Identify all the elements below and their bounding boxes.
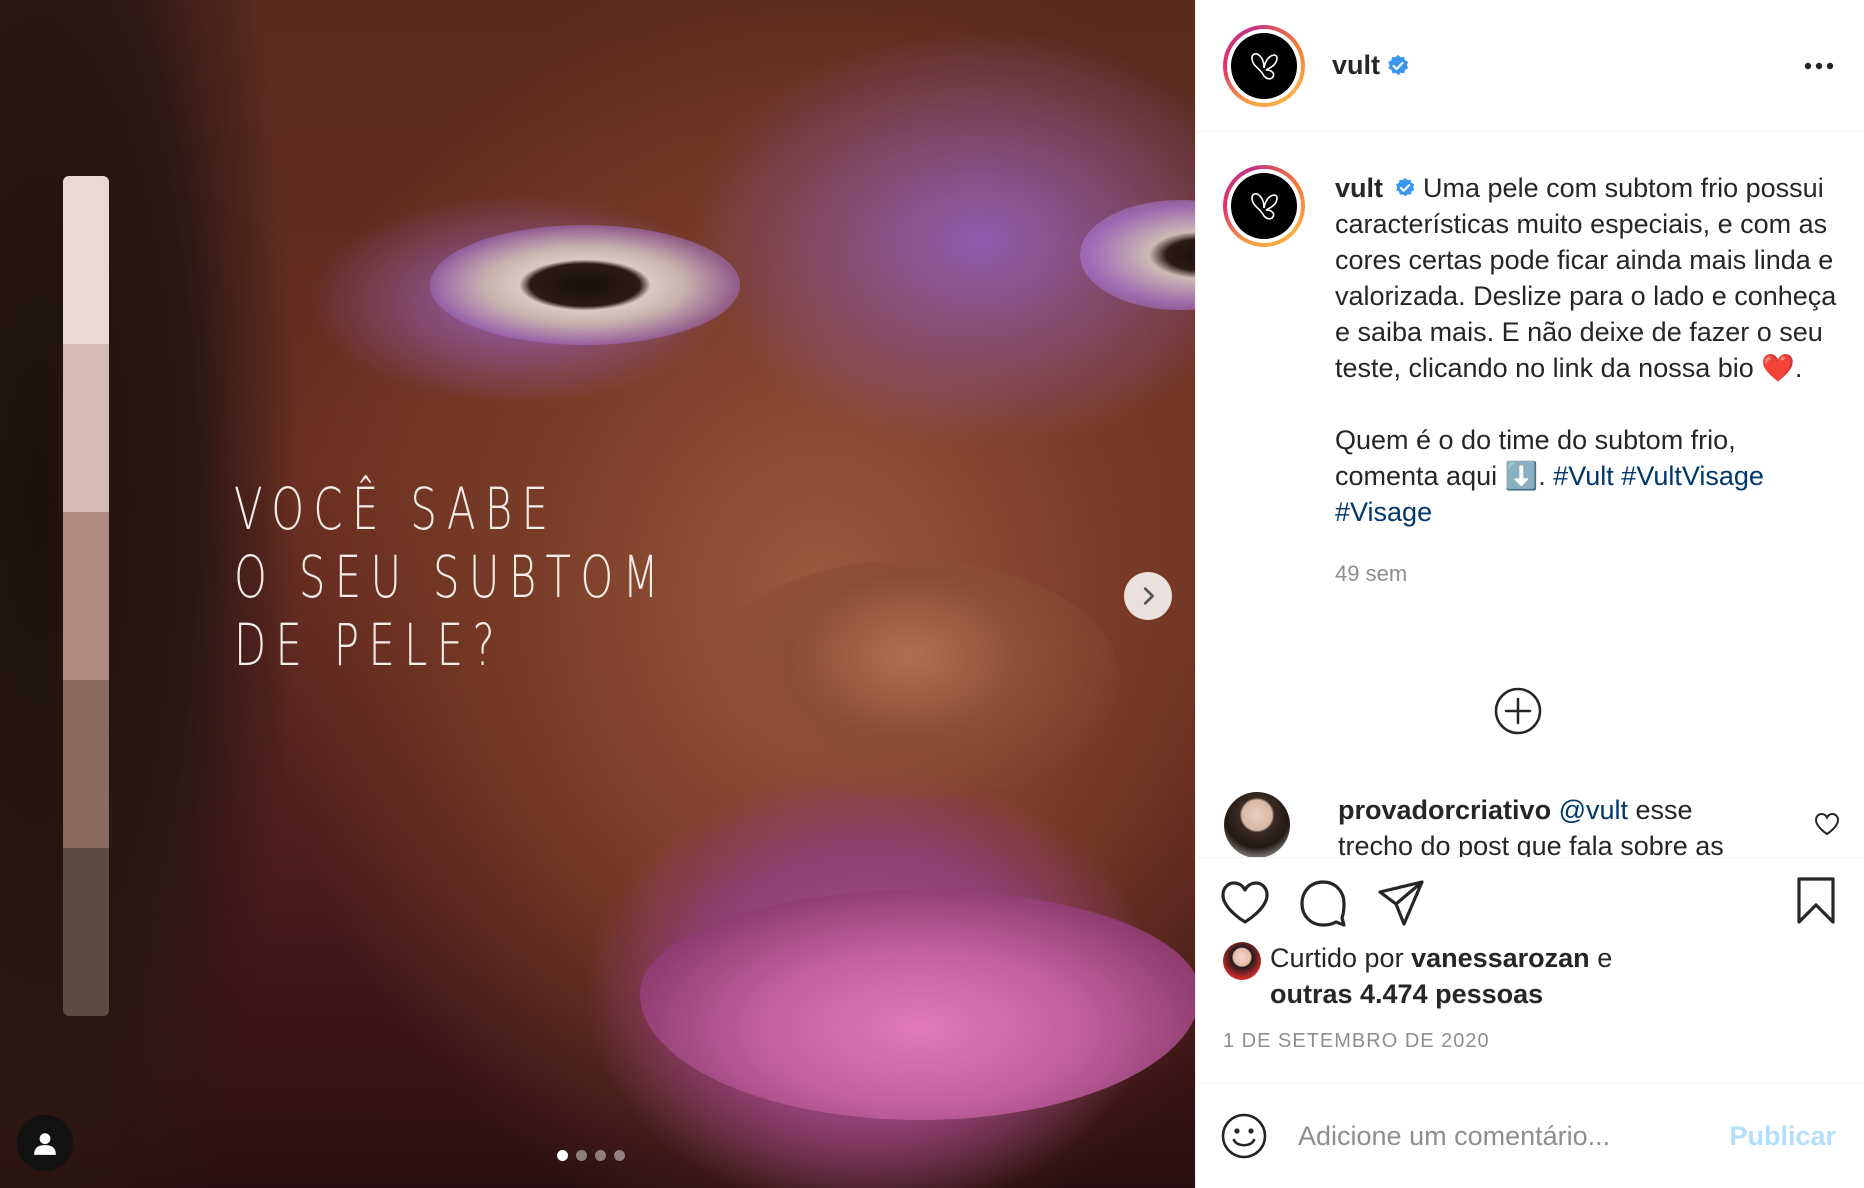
comments-section[interactable]: vult Uma pele com subtom frio possui car…: [1196, 132, 1864, 858]
likes-others-link[interactable]: outras 4.474 pessoas: [1270, 979, 1543, 1009]
skin-tone-swatches: [63, 176, 109, 1016]
verified-badge-icon: [1395, 177, 1414, 197]
caption-username[interactable]: vult: [1335, 173, 1383, 203]
hashtag-link[interactable]: #VultVisage: [1621, 461, 1764, 491]
profile-avatar[interactable]: [1223, 24, 1305, 107]
skin-tone-swatch: [63, 512, 109, 680]
commenter-avatar[interactable]: [1224, 792, 1290, 857]
skin-tone-swatch: [63, 344, 109, 512]
hashtag-link[interactable]: #Vult: [1553, 461, 1614, 491]
photo-nose: [700, 560, 1120, 800]
photo-lips: [640, 890, 1195, 1120]
caption-text: vult Uma pele com subtom frio possui car…: [1335, 170, 1837, 592]
add-comment-bar: Publicar: [1196, 1083, 1864, 1188]
butterfly-logo-icon: [1251, 52, 1278, 80]
user-icon: [34, 1133, 56, 1155]
caption-avatar[interactable]: [1223, 165, 1305, 247]
speech-bubble-icon: [1300, 880, 1346, 927]
headline-line-3: DE PELE?: [234, 611, 505, 679]
verified-badge-icon: [1388, 54, 1409, 75]
like-button[interactable]: [1220, 880, 1270, 926]
paper-plane-icon: [1378, 880, 1424, 926]
comment-like-button[interactable]: [1814, 812, 1840, 841]
commenter-username[interactable]: provadorcriativo: [1338, 795, 1551, 825]
skin-tone-swatch: [63, 848, 109, 1016]
hashtag-link[interactable]: #Visage: [1335, 497, 1432, 527]
more-options-button[interactable]: [1804, 57, 1834, 75]
instagram-post: VOCÊ SABE O SEU SUBTOM DE PELE? vult vul…: [0, 0, 1864, 1188]
more-dots-icon: [1804, 62, 1834, 69]
photo-eye-right: [1080, 200, 1195, 310]
heart-icon: [1814, 812, 1840, 836]
carousel-next-button[interactable]: [1124, 572, 1172, 620]
comment-button[interactable]: [1298, 878, 1348, 928]
carousel-dot: [557, 1150, 568, 1161]
caption-time-ago[interactable]: 49 sem: [1335, 556, 1837, 592]
skin-tone-swatch: [63, 176, 109, 344]
emoji-button[interactable]: [1220, 1112, 1268, 1160]
carousel-indicator: [557, 1150, 625, 1161]
chevron-right-icon: [1143, 587, 1154, 605]
likes-summary: Curtido por vanessarozan e outras 4.474 …: [1196, 940, 1864, 1012]
post-side-panel: vult vult Uma pele com subtom frio possu…: [1195, 0, 1864, 1188]
save-button[interactable]: [1796, 876, 1836, 931]
caption: vult Uma pele com subtom frio possui car…: [1196, 132, 1864, 592]
share-button[interactable]: [1376, 878, 1426, 928]
likes-text: Curtido por vanessarozan e outras 4.474 …: [1270, 940, 1612, 1012]
comment-text: provadorcriativo @vult esse trecho do po…: [1338, 792, 1758, 857]
action-bar: [1196, 858, 1864, 948]
comment-input[interactable]: [1298, 1120, 1698, 1152]
post-header: vult: [1196, 0, 1864, 132]
tagged-users-button[interactable]: [17, 1115, 73, 1171]
post-date[interactable]: 1 DE SETEMBRO DE 2020: [1196, 1012, 1864, 1053]
comment-item: provadorcriativo @vult esse trecho do po…: [1196, 792, 1864, 857]
carousel-dot: [614, 1150, 625, 1161]
header-username[interactable]: vult: [1332, 50, 1380, 81]
post-media[interactable]: VOCÊ SABE O SEU SUBTOM DE PELE?: [0, 0, 1195, 1188]
headline-line-2: O SEU SUBTOM: [234, 543, 669, 611]
publish-button[interactable]: Publicar: [1729, 1121, 1836, 1152]
load-more-comments-button[interactable]: [1493, 686, 1543, 741]
caption-body: Uma pele com subtom frio possui caracter…: [1335, 173, 1837, 383]
carousel-dot: [595, 1150, 606, 1161]
headline-line-1: VOCÊ SABE: [234, 475, 558, 543]
media-headline: VOCÊ SABE O SEU SUBTOM DE PELE?: [234, 475, 754, 679]
mention-link[interactable]: @vult: [1559, 795, 1628, 825]
smiley-icon: [1221, 1113, 1267, 1159]
butterfly-logo-icon: [1251, 193, 1278, 220]
plus-circle-icon: [1494, 687, 1542, 735]
photo-eye-left: [430, 225, 740, 345]
carousel-dot: [576, 1150, 587, 1161]
heart-icon: [1221, 881, 1269, 924]
bookmark-icon: [1797, 876, 1835, 924]
skin-tone-swatch: [63, 680, 109, 848]
